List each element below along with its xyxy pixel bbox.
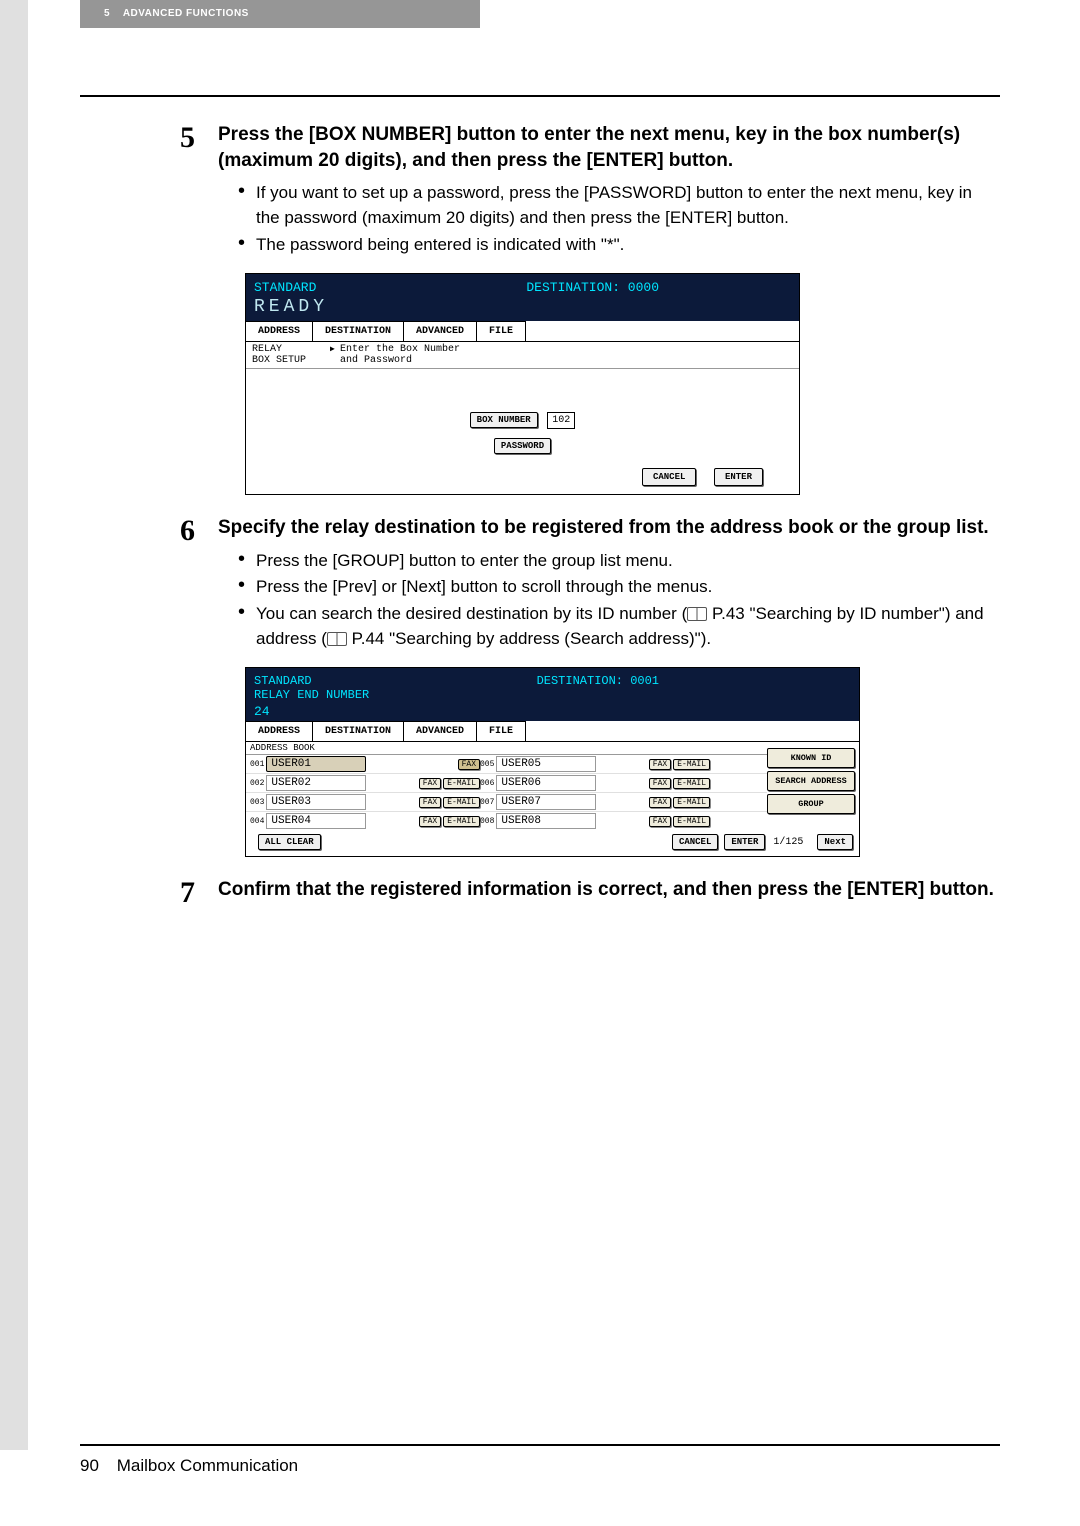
relay-box-setup-screenshot: STANDARD DESTINATION: 0000 READY ADDRESS…	[245, 273, 800, 495]
step-5: 5 Press the [BOX NUMBER] button to enter…	[180, 122, 1000, 259]
tab-advanced[interactable]: ADVANCED	[403, 321, 477, 341]
relay-end-number-label: RELAY END NUMBER	[254, 688, 851, 702]
addr-index: 007	[480, 798, 494, 807]
fax-tag[interactable]: FAX	[649, 778, 671, 789]
all-clear-button[interactable]: ALL CLEAR	[258, 834, 321, 850]
addr-name[interactable]: USER01	[266, 756, 366, 772]
email-tag[interactable]: E-MAIL	[673, 816, 710, 827]
address-row: 004USER04FAXE-MAIL008USER08FAXE-MAIL	[246, 812, 767, 830]
addr-name[interactable]: USER07	[496, 794, 596, 810]
step6-bullet-2: Press the [Prev] or [Next] button to scr…	[238, 575, 1000, 600]
fax-tag[interactable]: FAX	[419, 816, 441, 827]
email-tag[interactable]: E-MAIL	[443, 816, 480, 827]
addr-name[interactable]: USER02	[266, 775, 366, 791]
addr-name[interactable]: USER08	[496, 813, 596, 829]
tab-file[interactable]: FILE	[476, 321, 526, 341]
step-7: 7 Confirm that the registered informatio…	[180, 877, 1000, 911]
relay-count: 24	[254, 704, 851, 719]
section-header: 5 ADVANCED FUNCTIONS	[80, 0, 480, 28]
footer-title: Mailbox Communication	[117, 1456, 298, 1475]
next-button[interactable]: Next	[817, 834, 853, 850]
tab-destination[interactable]: DESTINATION	[312, 321, 404, 341]
enter-box-hint: Enter the Box Number and Password	[332, 344, 460, 366]
password-button[interactable]: PASSWORD	[494, 438, 551, 454]
step-number: 7	[180, 877, 218, 909]
ss1-standard: STANDARD	[254, 280, 316, 295]
cancel-button[interactable]: CANCEL	[642, 468, 696, 486]
step6-bullet-1: Press the [GROUP] button to enter the gr…	[238, 549, 1000, 574]
addr-name[interactable]: USER03	[266, 794, 366, 810]
addr-index: 001	[250, 760, 264, 769]
footer-pagenum: 90	[80, 1456, 112, 1476]
email-tag[interactable]: E-MAIL	[673, 778, 710, 789]
cancel-button[interactable]: CANCEL	[672, 834, 718, 850]
addr-name[interactable]: USER04	[266, 813, 366, 829]
addr-index: 004	[250, 817, 264, 826]
ss1-destination-count: DESTINATION: 0000	[526, 280, 659, 295]
address-book-label: ADDRESS BOOK	[246, 742, 767, 755]
address-row: 002USER02FAXE-MAIL006USER06FAXE-MAIL	[246, 774, 767, 793]
fax-tag[interactable]: FAX	[649, 816, 671, 827]
addr-index: 005	[480, 760, 494, 769]
step-title: Confirm that the registered information …	[218, 877, 1000, 903]
tab-destination[interactable]: DESTINATION	[312, 721, 404, 741]
known-id-button[interactable]: KNOWN ID	[767, 748, 855, 768]
book-icon	[327, 632, 347, 646]
email-tag[interactable]: E-MAIL	[443, 778, 480, 789]
fax-tag[interactable]: FAX	[649, 797, 671, 808]
step-number: 6	[180, 515, 218, 547]
enter-button[interactable]: ENTER	[714, 468, 763, 486]
addr-name[interactable]: USER05	[496, 756, 596, 772]
book-icon	[687, 607, 707, 621]
addr-name[interactable]: USER06	[496, 775, 596, 791]
address-row: 003USER03FAXE-MAIL007USER07FAXE-MAIL	[246, 793, 767, 812]
fax-tag[interactable]: FAX	[649, 759, 671, 770]
address-row: 001USER01FAX005USER05FAXE-MAIL	[246, 755, 767, 774]
ss1-ready: READY	[254, 297, 791, 317]
step-title: Specify the relay destination to be regi…	[218, 515, 1000, 541]
step5-bullet-2: The password being entered is indicated …	[238, 233, 1000, 258]
fax-tag[interactable]: FAX	[419, 797, 441, 808]
tab-address[interactable]: ADDRESS	[245, 321, 313, 341]
page-footer: 90 Mailbox Communication	[80, 1444, 1000, 1476]
enter-button[interactable]: ENTER	[724, 834, 765, 850]
fax-tag[interactable]: FAX	[458, 759, 480, 770]
header-title: ADVANCED FUNCTIONS	[123, 8, 249, 19]
fax-tag[interactable]: FAX	[419, 778, 441, 789]
box-number-field[interactable]: 102	[547, 412, 575, 429]
header-pagenum: 5	[104, 8, 110, 19]
ss2-standard: STANDARD	[254, 674, 312, 688]
addr-index: 002	[250, 779, 264, 788]
tab-advanced[interactable]: ADVANCED	[403, 721, 477, 741]
addr-index: 008	[480, 817, 494, 826]
top-divider	[80, 95, 1000, 97]
step-title: Press the [BOX NUMBER] button to enter t…	[218, 122, 1000, 173]
page-indicator: 1/125	[773, 837, 803, 848]
addr-index: 003	[250, 798, 264, 807]
step6-bullet-3: You can search the desired destination b…	[238, 602, 1000, 651]
addr-index: 006	[480, 779, 494, 788]
tab-address[interactable]: ADDRESS	[245, 721, 313, 741]
email-tag[interactable]: E-MAIL	[673, 759, 710, 770]
step5-bullet-1: If you want to set up a password, press …	[238, 181, 1000, 230]
step-6: 6 Specify the relay destination to be re…	[180, 515, 1000, 653]
step-number: 5	[180, 122, 218, 154]
left-tab	[0, 0, 28, 1450]
relay-box-setup-label: RELAY BOX SETUP	[252, 344, 332, 366]
box-number-button[interactable]: BOX NUMBER	[470, 412, 538, 428]
group-button[interactable]: GROUP	[767, 794, 855, 814]
tab-file[interactable]: FILE	[476, 721, 526, 741]
email-tag[interactable]: E-MAIL	[673, 797, 710, 808]
search-address-button[interactable]: SEARCH ADDRESS	[767, 771, 855, 791]
email-tag[interactable]: E-MAIL	[443, 797, 480, 808]
address-book-screenshot: STANDARD DESTINATION: 0001 RELAY END NUM…	[245, 667, 860, 857]
ss2-destination-count: DESTINATION: 0001	[537, 674, 659, 688]
